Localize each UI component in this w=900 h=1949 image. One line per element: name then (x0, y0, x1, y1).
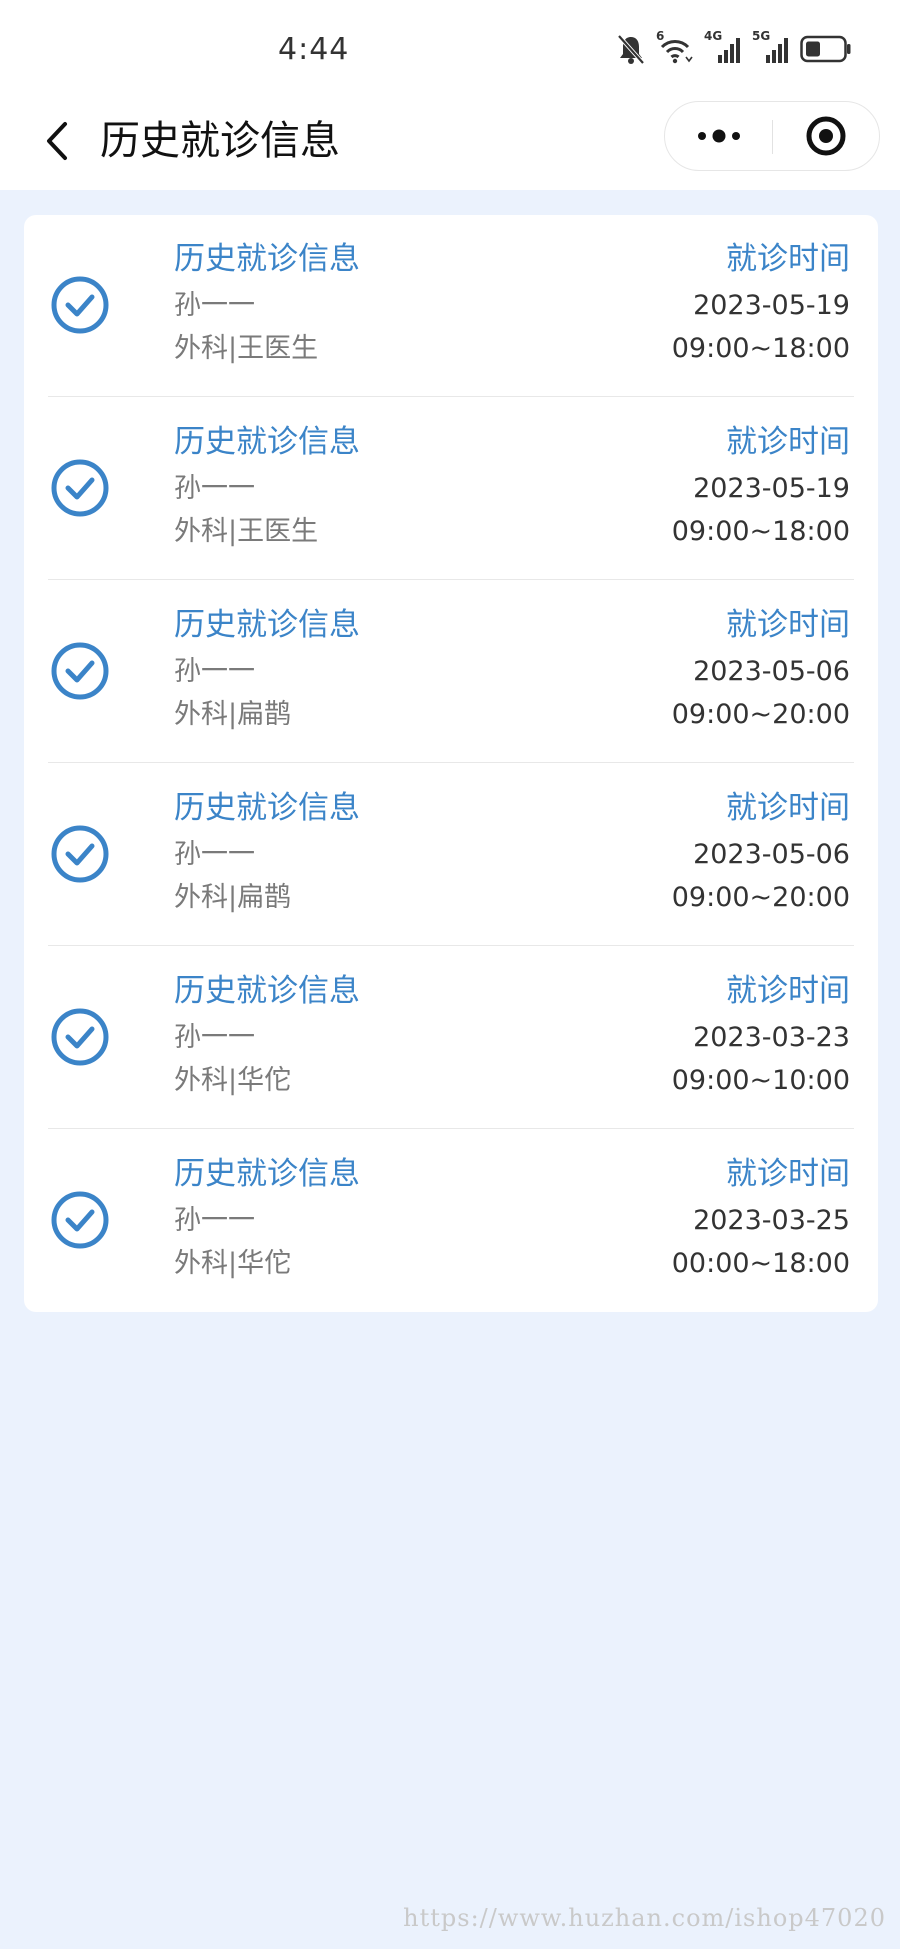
record-hours: 09:00~10:00 (671, 1065, 850, 1096)
record-time-label: 就诊时间 (726, 790, 850, 826)
visit-record[interactable]: 历史就诊信息 孙一一 外科|扁鹊 就诊时间 2023-05-06 09:00~2… (48, 581, 854, 763)
more-dots-icon (697, 129, 740, 143)
wifi-icon (660, 40, 693, 64)
status-icons: 6 4G 5G (606, 29, 852, 66)
record-title: 历史就诊信息 (174, 1156, 360, 1192)
check-circle-icon (51, 459, 109, 517)
nav-bar: 历史就诊信息 (0, 95, 900, 190)
record-title: 历史就诊信息 (174, 973, 360, 1009)
record-title: 历史就诊信息 (174, 607, 360, 643)
record-patient-name: 孙一一 (174, 839, 255, 870)
signal-4g-icon (718, 38, 740, 63)
record-department-doctor: 外科|王医生 (174, 516, 319, 547)
record-hours: 09:00~18:00 (671, 516, 850, 547)
record-department-doctor: 外科|王医生 (174, 333, 319, 364)
record-department-doctor: 外科|华佗 (174, 1248, 292, 1279)
record-patient-name: 孙一一 (174, 1022, 255, 1053)
visit-record[interactable]: 历史就诊信息 孙一一 外科|王医生 就诊时间 2023-05-19 09:00~… (48, 215, 854, 397)
visit-history-list: 历史就诊信息 孙一一 外科|王医生 就诊时间 2023-05-19 09:00~… (24, 215, 878, 1312)
wifi-indicator: 6 (656, 29, 694, 65)
back-button[interactable] (28, 113, 84, 169)
record-time-label: 就诊时间 (726, 973, 850, 1009)
signal-5g-icon (766, 38, 788, 63)
visit-record[interactable]: 历史就诊信息 孙一一 外科|华佗 就诊时间 2023-03-25 00:00~1… (48, 1130, 854, 1312)
signal-5g-indicator: 5G (752, 29, 790, 65)
record-hours: 09:00~20:00 (671, 882, 850, 913)
record-date: 2023-05-06 (693, 656, 850, 687)
more-button[interactable] (665, 102, 772, 170)
record-department-doctor: 外科|扁鹊 (174, 699, 292, 730)
page-title: 历史就诊信息 (100, 118, 340, 164)
visit-record[interactable]: 历史就诊信息 孙一一 外科|华佗 就诊时间 2023-03-23 09:00~1… (48, 947, 854, 1129)
signal-4g-indicator: 4G (704, 29, 742, 65)
record-date: 2023-03-25 (693, 1205, 850, 1236)
watermark: https://www.huzhan.com/ishop47020 (403, 1904, 886, 1932)
check-circle-icon (51, 1008, 109, 1066)
record-date: 2023-05-19 (693, 290, 850, 321)
status-time: 4:44 (278, 32, 350, 67)
close-button[interactable] (773, 102, 879, 170)
record-title: 历史就诊信息 (174, 241, 360, 277)
record-date: 2023-05-19 (693, 473, 850, 504)
record-patient-name: 孙一一 (174, 656, 255, 687)
record-date: 2023-03-23 (693, 1022, 850, 1053)
visit-record[interactable]: 历史就诊信息 孙一一 外科|王医生 就诊时间 2023-05-19 09:00~… (48, 398, 854, 580)
mini-program-capsule (664, 101, 880, 171)
record-title: 历史就诊信息 (174, 790, 360, 826)
check-circle-icon (51, 825, 109, 883)
record-department-doctor: 外科|扁鹊 (174, 882, 292, 913)
mute-bell-icon (617, 34, 645, 65)
record-hours: 00:00~18:00 (671, 1248, 850, 1279)
status-bar: 4:44 6 4G 5G (0, 0, 900, 95)
record-patient-name: 孙一一 (174, 290, 255, 321)
chevron-left-icon (47, 122, 67, 160)
check-circle-icon (51, 1191, 109, 1249)
record-time-label: 就诊时间 (726, 1156, 850, 1192)
visit-record[interactable]: 历史就诊信息 孙一一 外科|扁鹊 就诊时间 2023-05-06 09:00~2… (48, 764, 854, 946)
check-circle-icon (51, 642, 109, 700)
record-time-label: 就诊时间 (726, 241, 850, 277)
record-title: 历史就诊信息 (174, 424, 360, 460)
record-time-label: 就诊时间 (726, 424, 850, 460)
record-time-label: 就诊时间 (726, 607, 850, 643)
record-hours: 09:00~20:00 (671, 699, 850, 730)
check-circle-icon (51, 276, 109, 334)
record-date: 2023-05-06 (693, 839, 850, 870)
record-patient-name: 孙一一 (174, 473, 255, 504)
target-close-icon (806, 116, 846, 156)
record-patient-name: 孙一一 (174, 1205, 255, 1236)
battery-icon (800, 35, 851, 63)
record-hours: 09:00~18:00 (671, 333, 850, 364)
record-department-doctor: 外科|华佗 (174, 1065, 292, 1096)
